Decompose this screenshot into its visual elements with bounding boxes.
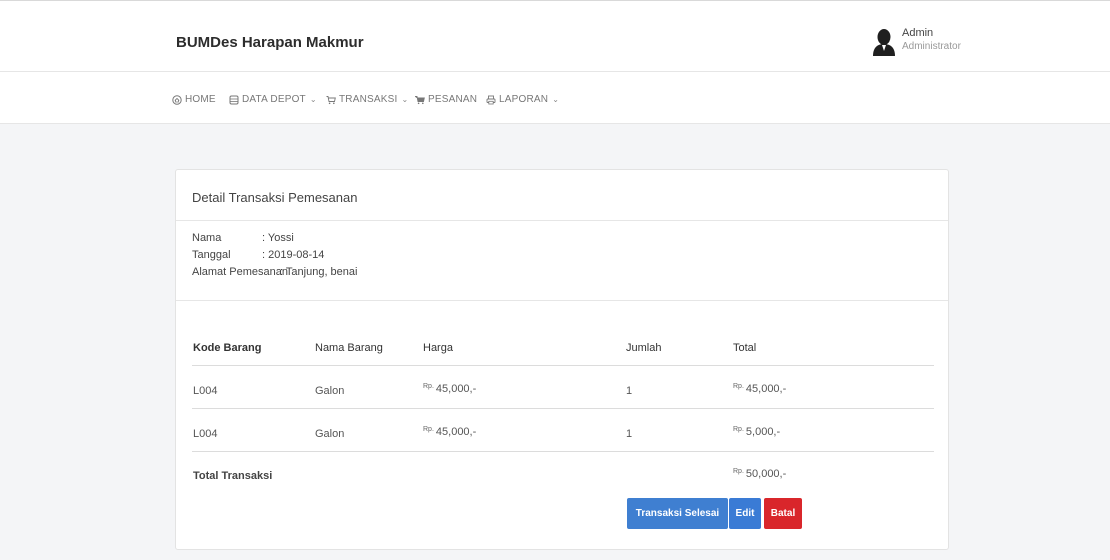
cell-total-value: 45,000,-	[745, 383, 787, 395]
nav-laporan-label: LAPORAN	[499, 94, 549, 105]
col-header-nama: Nama Barang	[315, 342, 383, 354]
brand-title[interactable]: BUMDes Harapan Makmur	[176, 34, 364, 51]
cell-jumlah: 1	[626, 385, 633, 397]
database-icon	[229, 95, 239, 104]
total-value: 50,000,-	[745, 468, 787, 480]
cell-harga: Rp. 45,000,-	[423, 426, 476, 438]
currency-prefix: Rp.	[423, 383, 434, 390]
divider	[176, 300, 948, 301]
user-role: Administrator	[902, 41, 961, 52]
transaksi-selesai-button[interactable]: Transaksi Selesai	[627, 498, 728, 529]
nav-data-depot[interactable]: DATA DEPOT ⌄	[229, 94, 317, 105]
user-name: Admin	[902, 27, 934, 39]
cell-total: Rp. 45,000,-	[733, 383, 786, 395]
info-alamat-value: : Tanjung, benai	[280, 266, 358, 278]
transaction-detail-card: Detail Transaksi Pemesanan Nama : Yossi …	[175, 169, 949, 550]
home-icon	[172, 94, 182, 105]
chevron-down-icon: ⌄	[552, 95, 560, 104]
card-title: Detail Transaksi Pemesanan	[192, 190, 358, 205]
nav-transaksi[interactable]: TRANSAKSI ⌄	[326, 94, 408, 105]
info-alamat: Alamat Pemesanan : Tanjung, benai	[192, 266, 592, 283]
order-info: Nama : Yossi Tanggal : 2019-08-14 Alamat…	[192, 232, 592, 283]
col-header-jumlah: Jumlah	[626, 342, 662, 354]
col-header-total: Total	[733, 342, 757, 354]
col-header-kode: Kode Barang	[193, 342, 262, 354]
col-header-harga: Harga	[423, 342, 453, 354]
chevron-down-icon: ⌄	[309, 95, 317, 104]
currency-prefix: Rp.	[733, 426, 744, 433]
batal-button[interactable]: Batal	[764, 498, 802, 529]
edit-button[interactable]: Edit	[729, 498, 761, 529]
nav-data-depot-label: DATA DEPOT	[242, 94, 306, 105]
table-divider	[192, 451, 934, 452]
printer-icon	[486, 95, 496, 104]
cell-harga-value: 45,000,-	[435, 426, 477, 438]
cell-nama: Galon	[315, 428, 345, 440]
user-avatar-icon[interactable]	[872, 28, 896, 56]
nav-pesanan[interactable]: PESANAN	[415, 94, 477, 105]
total-transaksi-value: Rp. 50,000,-	[733, 468, 786, 480]
table-divider	[192, 365, 934, 366]
info-tanggal-label: Tanggal	[192, 249, 231, 261]
info-nama-value: : Yossi	[262, 232, 294, 244]
cell-nama: Galon	[315, 385, 345, 397]
total-transaksi-label: Total Transaksi	[193, 470, 273, 482]
cart-icon	[326, 95, 336, 104]
info-tanggal: Tanggal : 2019-08-14	[192, 249, 592, 266]
cell-kode: L004	[193, 428, 218, 440]
nav-pesanan-label: PESANAN	[428, 94, 478, 105]
currency-prefix: Rp.	[733, 383, 744, 390]
cell-kode: L004	[193, 385, 218, 397]
currency-prefix: Rp.	[733, 468, 744, 475]
nav-transaksi-label: TRANSAKSI	[339, 94, 398, 105]
cart-full-icon	[415, 95, 425, 104]
info-alamat-label: Alamat Pemesanan	[192, 266, 288, 278]
cell-harga-value: 45,000,-	[435, 383, 477, 395]
nav-laporan[interactable]: LAPORAN ⌄	[486, 94, 559, 105]
info-tanggal-value: : 2019-08-14	[262, 249, 325, 261]
top-header: BUMDes Harapan Makmur Admin Administrato…	[0, 0, 1110, 72]
cell-harga: Rp. 45,000,-	[423, 383, 476, 395]
cell-total: Rp. 5,000,-	[733, 426, 780, 438]
chevron-down-icon: ⌄	[401, 95, 409, 104]
nav-home-label: HOME	[185, 94, 216, 105]
table-divider	[192, 408, 934, 409]
card-header: Detail Transaksi Pemesanan	[176, 170, 948, 221]
main-navbar: HOME DATA DEPOT ⌄ TRANSAKSI ⌄ PESANAN LA…	[0, 72, 1110, 124]
info-nama-label: Nama	[192, 232, 222, 244]
currency-prefix: Rp.	[423, 426, 434, 433]
cell-jumlah: 1	[626, 428, 633, 440]
cell-total-value: 5,000,-	[745, 426, 781, 438]
info-nama: Nama : Yossi	[192, 232, 592, 249]
nav-home[interactable]: HOME	[172, 94, 216, 105]
